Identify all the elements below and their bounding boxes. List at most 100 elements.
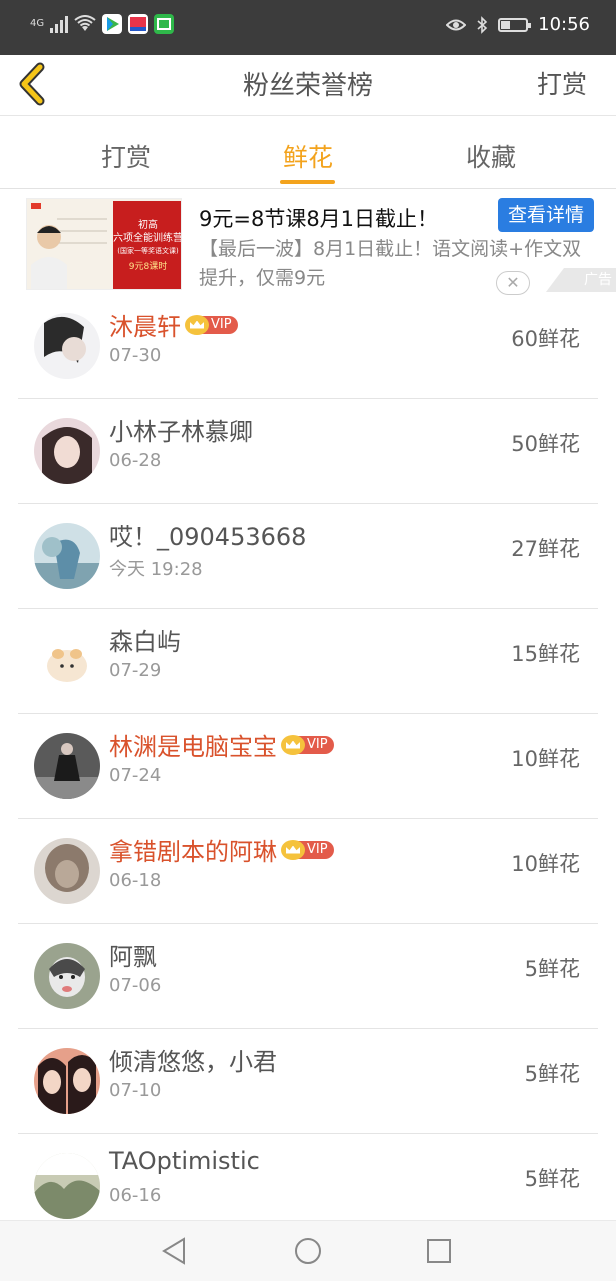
avatar bbox=[34, 733, 100, 799]
avatar bbox=[34, 838, 100, 904]
video-app-icon bbox=[128, 14, 149, 34]
flower-amount: 10鲜花 bbox=[511, 747, 580, 771]
row-divider bbox=[18, 713, 598, 714]
avatar bbox=[34, 1153, 100, 1219]
fan-name-text: TAOptimistic bbox=[109, 1147, 260, 1175]
avatar bbox=[34, 943, 100, 1009]
row-divider bbox=[18, 1028, 598, 1029]
vip-badge: VIP bbox=[185, 314, 238, 335]
circle-home-icon[interactable] bbox=[293, 1236, 323, 1266]
fan-date: 今天 19:28 bbox=[109, 559, 203, 580]
fan-name: 森白屿 bbox=[109, 622, 181, 657]
flower-amount: 5鲜花 bbox=[524, 1062, 580, 1086]
fan-row[interactable]: 倾清悠悠，小君 07-10 5鲜花 bbox=[0, 1030, 616, 1134]
fan-date: 06-16 bbox=[109, 1185, 162, 1206]
row-divider bbox=[18, 1133, 598, 1134]
ad-image-sub: (国家一等奖语文课) bbox=[117, 247, 179, 255]
app-header: 粉丝荣誉榜 打赏 bbox=[0, 55, 616, 116]
vip-badge: VIP bbox=[281, 839, 334, 860]
play-app-icon bbox=[102, 14, 123, 34]
signal-icon bbox=[50, 15, 69, 33]
svg-text:9元8课时: 9元8课时 bbox=[129, 260, 167, 272]
triangle-back-icon[interactable] bbox=[160, 1236, 190, 1266]
fan-name-text: 森白屿 bbox=[109, 628, 181, 656]
fan-date: 07-10 bbox=[109, 1080, 162, 1101]
fan-name-text: 阿飘 bbox=[109, 943, 157, 971]
page-title: 粉丝荣誉榜 bbox=[242, 71, 373, 101]
ad-details-button[interactable]: 查看详情 bbox=[498, 198, 594, 232]
flower-amount: 50鲜花 bbox=[511, 432, 580, 456]
fan-row[interactable]: 林渊是电脑宝宝 VIP 07-24 10鲜花 bbox=[0, 715, 616, 819]
fan-name-text: 哎！_090453668 bbox=[109, 523, 307, 551]
fan-row[interactable]: 拿错剧本的阿琳 VIP 06-18 10鲜花 bbox=[0, 820, 616, 924]
vip-badge: VIP bbox=[281, 734, 334, 755]
avatar bbox=[34, 523, 100, 589]
ad-title[interactable]: 9元=8节课8月1日截止！ bbox=[199, 203, 438, 233]
fan-name-text: 林渊是电脑宝宝 bbox=[109, 733, 277, 761]
ad-tag-label: 广告 bbox=[584, 272, 612, 288]
fan-name-text: 沐晨轩 bbox=[109, 313, 181, 341]
reward-button[interactable]: 打赏 bbox=[537, 65, 587, 101]
fan-date: 06-28 bbox=[109, 450, 162, 471]
eye-icon bbox=[446, 19, 467, 30]
fan-name: 沐晨轩 VIP bbox=[109, 307, 238, 342]
tab-bar: 打赏 鲜花 收藏 bbox=[0, 116, 616, 189]
fan-date: 07-24 bbox=[109, 765, 162, 786]
tab-active-indicator bbox=[280, 180, 335, 184]
tab-reward[interactable]: 打赏 bbox=[66, 138, 186, 174]
crown-icon bbox=[281, 734, 305, 755]
fan-name: 倾清悠悠，小君 bbox=[109, 1042, 277, 1077]
fan-date: 07-29 bbox=[109, 660, 162, 681]
flower-amount: 10鲜花 bbox=[511, 852, 580, 876]
fan-name: 阿飘 bbox=[109, 937, 157, 972]
fan-row[interactable]: 哎！_090453668 今天 19:28 27鲜花 bbox=[0, 505, 616, 609]
fan-date: 06-18 bbox=[109, 870, 162, 891]
avatar bbox=[34, 628, 100, 694]
network-indicator: 4G bbox=[30, 19, 44, 29]
bluetooth-icon bbox=[477, 15, 488, 34]
fan-name: TAOptimistic bbox=[109, 1147, 260, 1175]
wifi-icon bbox=[74, 15, 96, 31]
fan-name: 拿错剧本的阿琳 VIP bbox=[109, 832, 334, 867]
fan-name: 小林子林慕卿 bbox=[109, 412, 253, 447]
status-right: 10:56 bbox=[446, 14, 590, 35]
fan-row[interactable]: 森白屿 07-29 15鲜花 bbox=[0, 610, 616, 714]
avatar bbox=[34, 1048, 100, 1114]
fan-name: 林渊是电脑宝宝 VIP bbox=[109, 727, 334, 762]
fan-row[interactable]: 沐晨轩 VIP 07-30 60鲜花 bbox=[0, 295, 616, 399]
fan-name: 哎！_090453668 bbox=[109, 517, 306, 552]
iqiyi-app-icon bbox=[154, 14, 175, 34]
system-nav-bar bbox=[0, 1220, 616, 1281]
fan-name-text: 拿错剧本的阿琳 bbox=[109, 838, 277, 866]
avatar bbox=[34, 313, 100, 379]
tab-favorites[interactable]: 收藏 bbox=[431, 138, 551, 174]
row-divider bbox=[18, 503, 598, 504]
fan-date: 07-06 bbox=[109, 975, 162, 996]
battery-icon bbox=[498, 17, 532, 32]
row-divider bbox=[18, 398, 598, 399]
fan-row[interactable]: 阿飘 07-06 5鲜花 bbox=[0, 925, 616, 1029]
status-left: 4G bbox=[30, 14, 175, 34]
tab-flowers[interactable]: 鲜花 bbox=[248, 138, 368, 174]
row-divider bbox=[18, 818, 598, 819]
flower-amount: 5鲜花 bbox=[524, 1167, 580, 1191]
avatar bbox=[34, 418, 100, 484]
ad-image-main: 六项全能训练营 bbox=[113, 233, 182, 244]
ad-close-button[interactable]: ✕ bbox=[496, 271, 530, 295]
fan-row[interactable]: 小林子林慕卿 06-28 50鲜花 bbox=[0, 400, 616, 504]
fan-name-text: 小林子林慕卿 bbox=[109, 418, 253, 446]
crown-icon bbox=[281, 839, 305, 860]
flower-amount: 15鲜花 bbox=[511, 642, 580, 666]
ad-description: 【最后一波】8月1日截止！语文阅读+作文双提升，仅需9元 bbox=[199, 238, 582, 289]
fan-date: 07-30 bbox=[109, 345, 162, 366]
flower-amount: 5鲜花 bbox=[524, 957, 580, 981]
crown-icon bbox=[185, 314, 209, 335]
ad-image[interactable]: 9元8课时 初高 六项全能训练营 (国家一等奖语文课) bbox=[26, 198, 182, 290]
square-recent-icon[interactable] bbox=[424, 1236, 454, 1266]
flower-amount: 60鲜花 bbox=[511, 327, 580, 351]
ad-image-top: 初高 bbox=[138, 220, 158, 231]
close-icon: ✕ bbox=[506, 273, 520, 292]
row-divider bbox=[18, 608, 598, 609]
status-bar: 4G 10:56 bbox=[0, 0, 616, 55]
fan-name-text: 倾清悠悠，小君 bbox=[109, 1048, 277, 1076]
